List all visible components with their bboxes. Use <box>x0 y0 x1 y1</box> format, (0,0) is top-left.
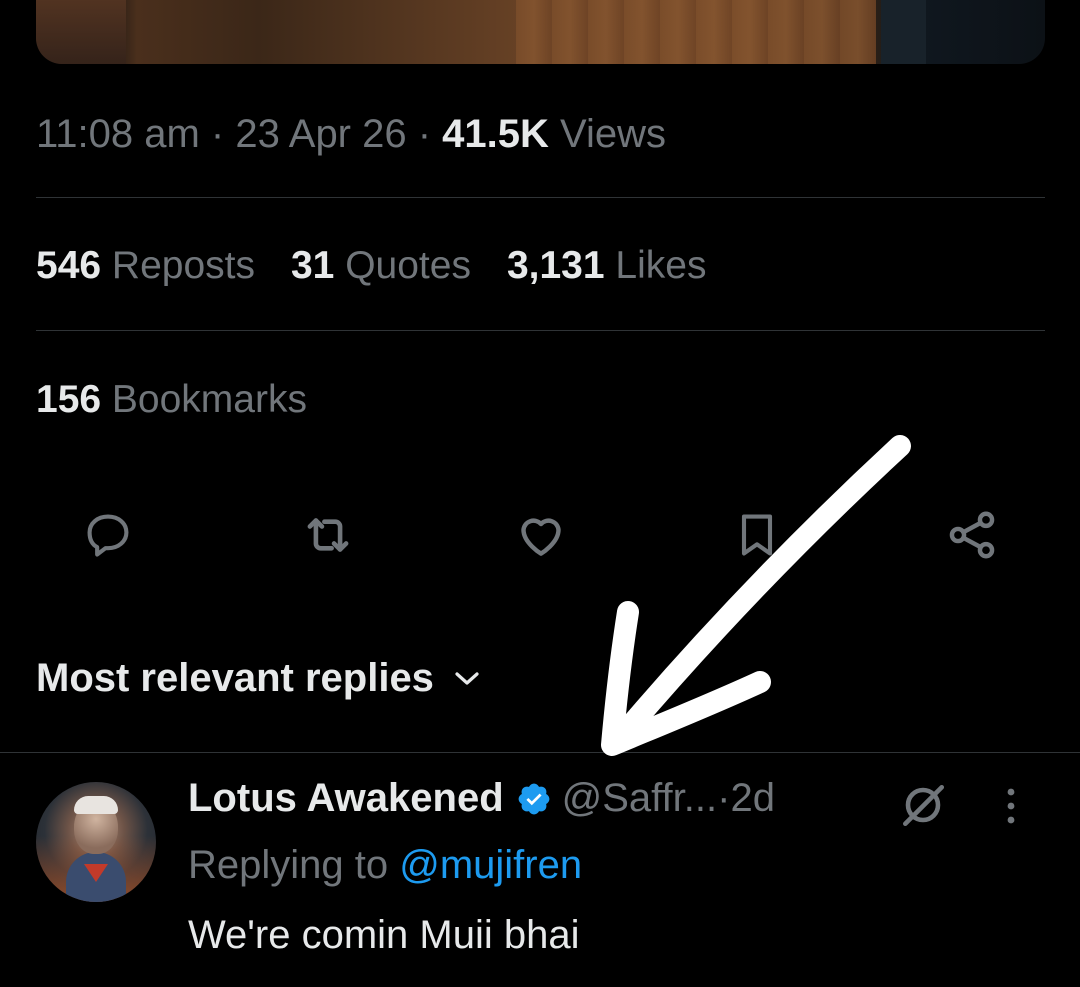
reposts-stat[interactable]: 546 Reposts <box>36 244 255 287</box>
reply-author-name[interactable]: Lotus Awakened <box>188 776 504 821</box>
post-time: 11:08 am <box>36 112 200 156</box>
meta-separator: · <box>199 112 236 156</box>
divider <box>0 752 1080 753</box>
bookmark-button[interactable] <box>727 505 787 565</box>
reply-header: Lotus Awakened @Saffr... · 2d <box>188 776 775 821</box>
media-region-left <box>36 0 126 64</box>
share-icon <box>949 511 995 559</box>
chevron-down-icon <box>454 670 480 688</box>
avatar[interactable] <box>36 782 156 902</box>
reply-button[interactable] <box>78 505 138 565</box>
bookmarks-stat[interactable]: 156 Bookmarks <box>36 378 307 421</box>
bookmarks-stat-row: 156 Bookmarks <box>36 378 343 422</box>
views-label[interactable]: Views <box>549 112 666 156</box>
bookmark-icon <box>741 514 773 556</box>
engagement-stats: 546 Reposts 31 Quotes 3,131 Likes <box>36 244 742 288</box>
bookmarks-count: 156 <box>36 378 102 421</box>
post-meta: 11:08 am · 23 Apr 26 · 41.5K Views <box>36 112 666 157</box>
quotes-count: 31 <box>290 244 335 287</box>
replying-to-prefix: Replying to <box>188 843 400 887</box>
replying-to-line: Replying to @mujifren <box>188 843 582 888</box>
reply-sort-label: Most relevant replies <box>36 656 434 700</box>
share-button[interactable] <box>942 505 1002 565</box>
reply-separator: · <box>717 776 731 820</box>
likes-stat[interactable]: 3,131 Likes <box>507 244 707 287</box>
more-options-icon[interactable] <box>1004 786 1018 831</box>
media-region-wood <box>516 0 876 64</box>
like-button[interactable] <box>511 505 571 565</box>
reply-time[interactable]: 2d <box>730 776 775 821</box>
action-bar <box>0 505 1080 565</box>
reposts-count: 546 <box>36 244 102 287</box>
like-icon <box>521 518 561 556</box>
quotes-label: Quotes <box>334 244 471 287</box>
quotes-stat[interactable]: 31 Quotes <box>291 244 471 287</box>
post-date: 23 Apr 26 <box>235 112 407 156</box>
meta-separator: · <box>406 112 443 156</box>
avatar-hair <box>74 796 118 814</box>
verified-badge-icon[interactable] <box>516 781 552 817</box>
likes-count: 3,131 <box>506 244 605 287</box>
reply-author-handle[interactable]: @Saffr... <box>562 776 718 821</box>
media-region-dark <box>881 0 926 64</box>
repost-icon <box>307 518 349 552</box>
reposts-label: Reposts <box>101 244 255 287</box>
grok-icon[interactable] <box>898 780 948 835</box>
likes-label: Likes <box>604 244 707 287</box>
post-media-image[interactable] <box>36 0 1045 64</box>
replying-to-mention[interactable]: @mujifren <box>399 843 582 887</box>
bookmarks-label: Bookmarks <box>101 378 307 421</box>
divider <box>36 197 1045 198</box>
divider <box>36 330 1045 331</box>
reply-sort-selector[interactable]: Most relevant replies <box>36 656 480 701</box>
reply-text: We're comin Muii bhai <box>188 913 580 957</box>
reply-icon <box>87 514 129 557</box>
repost-button[interactable] <box>298 505 358 565</box>
views-count[interactable]: 41.5K <box>442 112 549 156</box>
